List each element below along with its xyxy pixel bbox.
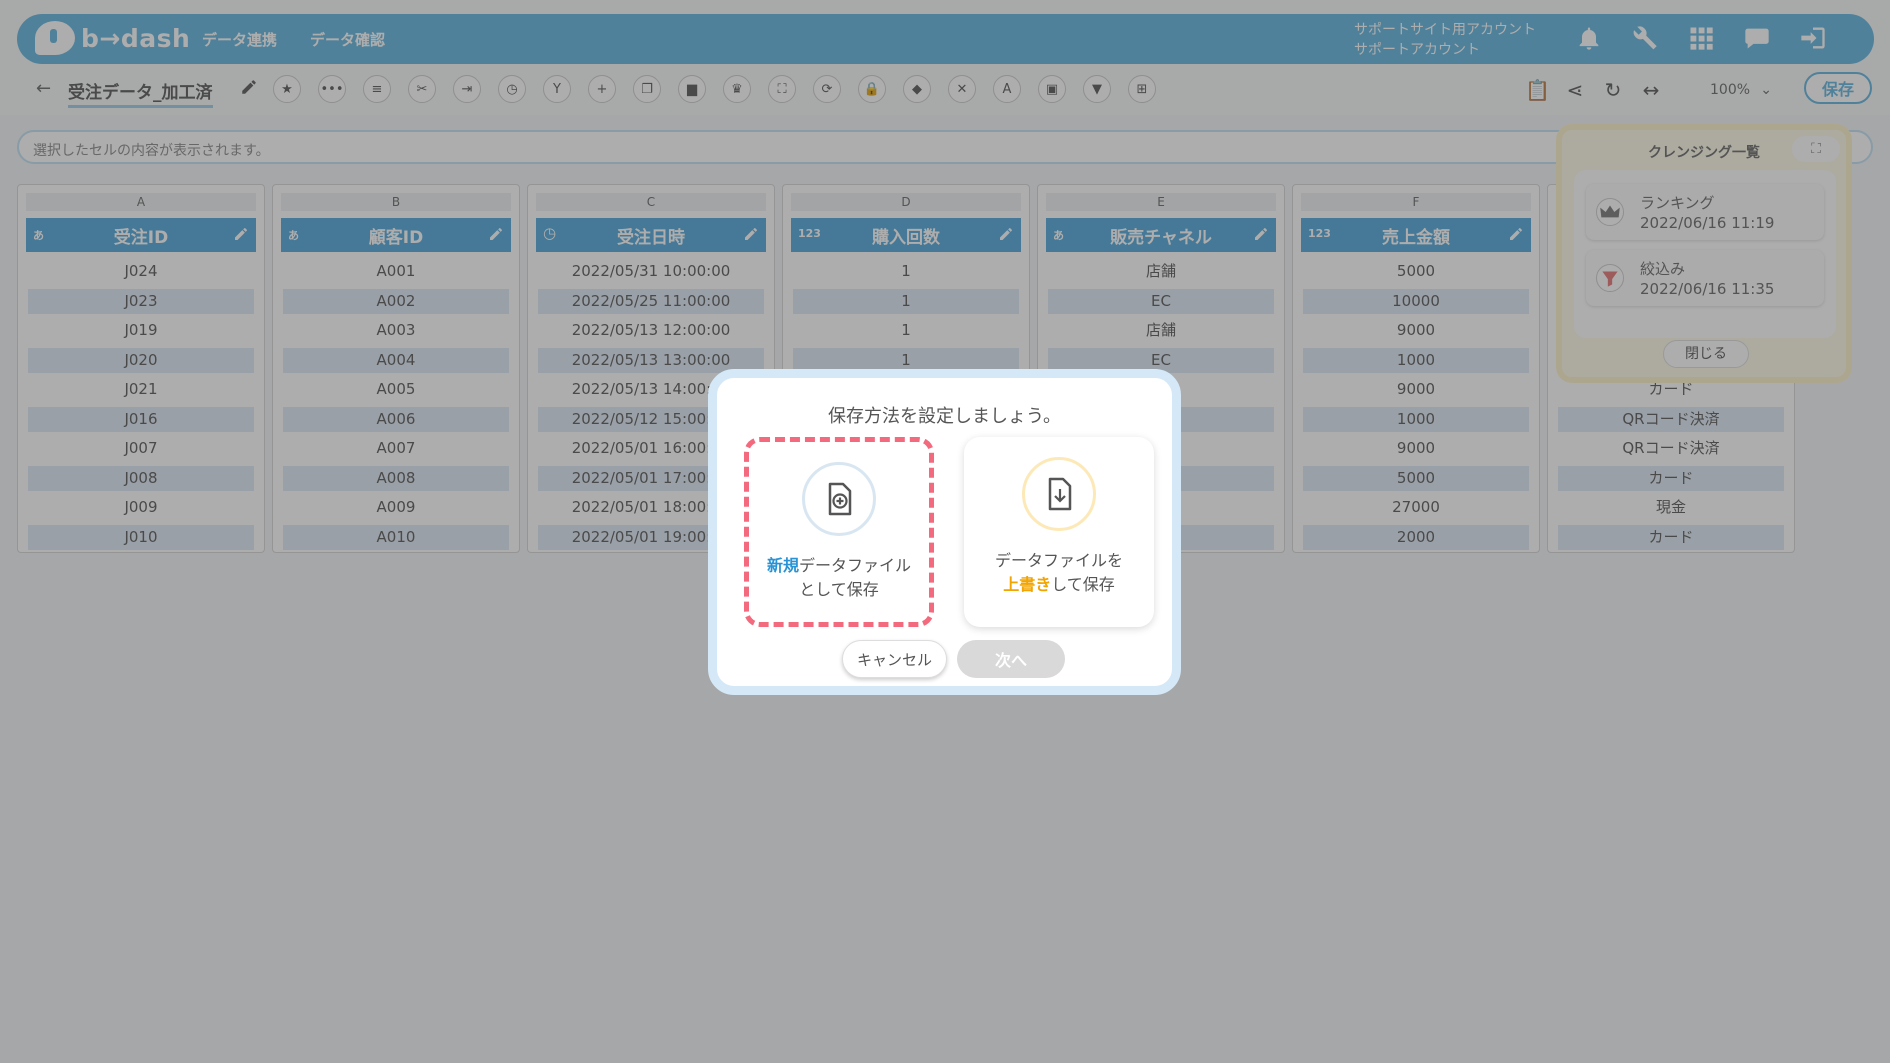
new-file-icon	[802, 462, 876, 536]
overwrite-option[interactable]: データファイルを 上書きして保存	[964, 437, 1154, 627]
option-text-part: として保存	[799, 580, 879, 599]
option-text-part: データファイルを	[994, 551, 1123, 570]
save-method-dialog: 保存方法を設定しましょう。 新規データファイル として保存 データファイルを 上…	[708, 369, 1181, 695]
highlight-new: 新規	[766, 556, 799, 575]
cancel-button[interactable]: キャンセル	[842, 640, 947, 678]
option-label: 新規データファイル として保存	[749, 554, 929, 602]
option-text-part: データファイル	[799, 556, 912, 575]
option-text-part: して保存	[1051, 575, 1115, 594]
next-button[interactable]: 次へ	[957, 640, 1065, 678]
overwrite-file-icon	[1022, 457, 1096, 531]
dialog-title: 保存方法を設定しましょう。	[828, 406, 1061, 427]
option-label: データファイルを 上書きして保存	[964, 549, 1154, 597]
highlight-overwrite: 上書き	[1003, 575, 1052, 594]
save-as-new-option[interactable]: 新規データファイル として保存	[744, 437, 934, 627]
